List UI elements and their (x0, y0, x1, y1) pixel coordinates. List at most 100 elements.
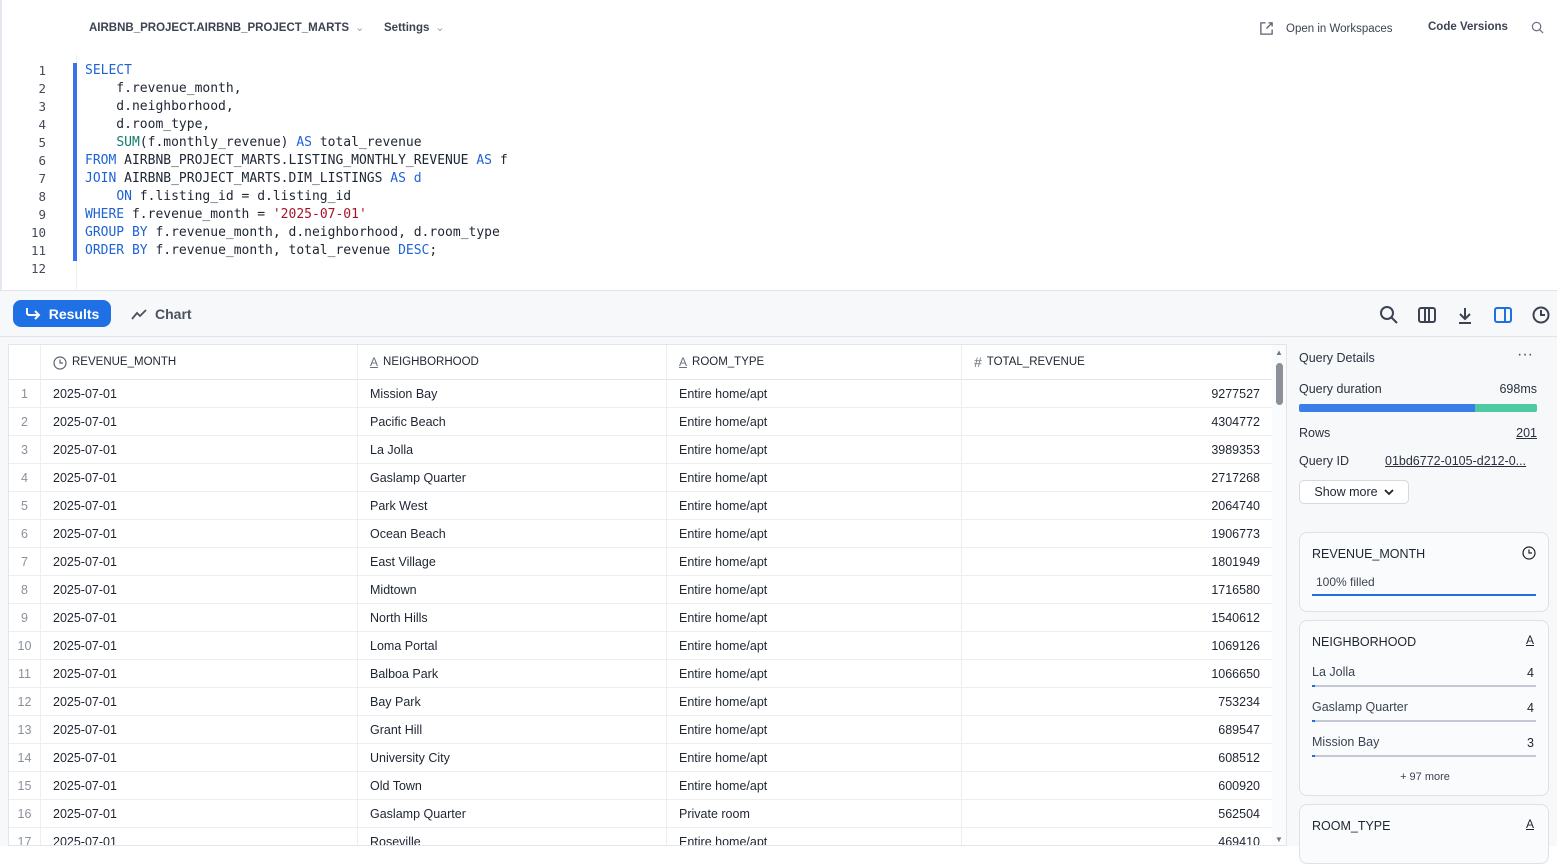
rows-link[interactable]: 201 (1516, 426, 1537, 440)
table-cell[interactable]: Private room (667, 800, 962, 828)
table-cell[interactable]: 2025-07-01 (41, 408, 358, 436)
table-cell[interactable]: 2025-07-01 (41, 436, 358, 464)
table-cell[interactable]: 2025-07-01 (41, 492, 358, 520)
scrollbar-thumb[interactable] (1276, 363, 1283, 405)
table-cell[interactable]: 2025-07-01 (41, 688, 358, 716)
table-cell[interactable]: Entire home/apt (667, 464, 962, 492)
table-row[interactable]: 2 2025-07-01 Pacific Beach Entire home/apt 4… (9, 408, 1273, 436)
search-icon[interactable] (1379, 305, 1399, 325)
table-cell[interactable]: 2717268 (962, 464, 1273, 492)
table-cell[interactable]: Entire home/apt (667, 660, 962, 688)
table-row[interactable]: 1 2025-07-01 Mission Bay Entire home/apt 927… (9, 380, 1273, 408)
table-row[interactable]: 7 2025-07-01 East Village Entire home/apt 18… (9, 548, 1273, 576)
table-cell[interactable]: Entire home/apt (667, 408, 962, 436)
code-line[interactable]: ON f.listing_id = d.listing_id (85, 189, 351, 204)
table-cell[interactable]: Balboa Park (358, 660, 667, 688)
table-cell[interactable]: 2025-07-01 (41, 632, 358, 660)
table-cell[interactable]: Gaslamp Quarter (358, 464, 667, 492)
table-row[interactable]: 8 2025-07-01 Midtown Entire home/apt 1716580 (9, 576, 1273, 604)
table-cell[interactable]: Entire home/apt (667, 548, 962, 576)
column-header[interactable]: # TOTAL_REVENUE (962, 345, 1273, 380)
code-line[interactable]: d.room_type, (85, 117, 210, 132)
search-icon[interactable] (1531, 21, 1544, 34)
table-cell[interactable]: 689547 (962, 716, 1273, 744)
table-cell[interactable]: 2025-07-01 (41, 604, 358, 632)
table-cell[interactable]: Entire home/apt (667, 772, 962, 800)
code-line[interactable]: SUM(f.monthly_revenue) AS total_revenue (85, 135, 421, 150)
table-cell[interactable]: 2025-07-01 (41, 464, 358, 492)
split-panel-icon[interactable] (1493, 305, 1513, 325)
more-values-link[interactable]: + 97 more (1300, 771, 1550, 783)
table-cell[interactable]: Entire home/apt (667, 688, 962, 716)
vertical-scrollbar[interactable]: ▲ ▼ (1272, 345, 1286, 845)
code-line[interactable]: WHERE f.revenue_month = '2025-07-01' (85, 207, 367, 222)
table-cell[interactable]: 1066650 (962, 660, 1273, 688)
table-row[interactable]: 17 2025-07-01 Roseville Entire home/apt 4694… (9, 828, 1273, 845)
context-selector[interactable]: AIRBNB_PROJECT.AIRBNB_PROJECT_MARTS ⌄ (89, 21, 364, 35)
table-row[interactable]: 13 2025-07-01 Grant Hill Entire home/apt 689… (9, 716, 1273, 744)
table-cell[interactable]: Entire home/apt (667, 744, 962, 772)
table-cell[interactable]: 4304772 (962, 408, 1273, 436)
table-cell[interactable]: 2025-07-01 (41, 800, 358, 828)
table-cell[interactable]: Bay Park (358, 688, 667, 716)
table-cell[interactable]: 753234 (962, 688, 1273, 716)
open-in-workspaces-button[interactable]: Open in Workspaces (1259, 21, 1393, 36)
table-cell[interactable]: 2025-07-01 (41, 716, 358, 744)
table-cell[interactable]: 9277527 (962, 380, 1273, 408)
table-cell[interactable]: University City (358, 744, 667, 772)
code-line[interactable]: SELECT (85, 63, 132, 78)
table-cell[interactable]: 2025-07-01 (41, 520, 358, 548)
table-cell[interactable]: 1906773 (962, 520, 1273, 548)
table-row[interactable]: 5 2025-07-01 Park West Entire home/apt 20647… (9, 492, 1273, 520)
table-cell[interactable]: 2025-07-01 (41, 576, 358, 604)
table-cell[interactable]: 1540612 (962, 604, 1273, 632)
table-cell[interactable]: Loma Portal (358, 632, 667, 660)
neighborhood-card[interactable]: NEIGHBORHOOD A La Jolla 4 Gaslamp Quarte… (1299, 620, 1549, 796)
code-line[interactable]: GROUP BY f.revenue_month, d.neighborhood… (85, 225, 500, 240)
table-cell[interactable]: East Village (358, 548, 667, 576)
table-cell[interactable]: Park West (358, 492, 667, 520)
table-row[interactable]: 6 2025-07-01 Ocean Beach Entire home/apt 190… (9, 520, 1273, 548)
table-cell[interactable]: Grant Hill (358, 716, 667, 744)
table-cell[interactable]: Entire home/apt (667, 604, 962, 632)
table-cell[interactable]: La Jolla (358, 436, 667, 464)
table-cell[interactable]: 2025-07-01 (41, 828, 358, 845)
table-row[interactable]: 14 2025-07-01 University City Entire home/a… (9, 744, 1273, 772)
code-versions-button[interactable]: Code Versions (1428, 21, 1508, 33)
show-more-button[interactable]: Show more (1299, 480, 1409, 504)
table-row[interactable]: 15 2025-07-01 Old Town Entire home/apt 60092… (9, 772, 1273, 800)
table-row[interactable]: 3 2025-07-01 La Jolla Entire home/apt 398935… (9, 436, 1273, 464)
table-cell[interactable]: Entire home/apt (667, 492, 962, 520)
table-row[interactable]: 12 2025-07-01 Bay Park Entire home/apt 75323… (9, 688, 1273, 716)
column-header[interactable]: A ROOM_TYPE (667, 345, 962, 380)
code-line[interactable]: d.neighborhood, (85, 99, 233, 114)
table-cell[interactable]: Entire home/apt (667, 828, 962, 845)
table-cell[interactable]: Roseville (358, 828, 667, 845)
table-cell[interactable]: Pacific Beach (358, 408, 667, 436)
scroll-down-icon[interactable]: ▼ (1275, 835, 1283, 844)
table-cell[interactable]: Entire home/apt (667, 576, 962, 604)
table-cell[interactable]: Entire home/apt (667, 632, 962, 660)
table-cell[interactable]: 1801949 (962, 548, 1273, 576)
history-clock-icon[interactable] (1531, 305, 1551, 325)
room-type-card[interactable]: ROOM_TYPE A (1299, 804, 1549, 864)
table-cell[interactable]: 1716580 (962, 576, 1273, 604)
table-cell[interactable]: North Hills (358, 604, 667, 632)
more-options-icon[interactable]: ··· (1517, 346, 1533, 364)
column-header[interactable]: REVENUE_MONTH (41, 345, 358, 380)
table-cell[interactable]: Entire home/apt (667, 380, 962, 408)
table-cell[interactable]: 2025-07-01 (41, 548, 358, 576)
table-cell[interactable]: 2064740 (962, 492, 1273, 520)
table-cell[interactable]: 3989353 (962, 436, 1273, 464)
table-cell[interactable]: 600920 (962, 772, 1273, 800)
query-id-link[interactable]: 01bd6772-0105-d212-0... (1385, 454, 1526, 468)
table-cell[interactable]: 2025-07-01 (41, 380, 358, 408)
table-cell[interactable]: Entire home/apt (667, 520, 962, 548)
code-line[interactable]: f.revenue_month, (85, 81, 241, 96)
column-header[interactable]: A NEIGHBORHOOD (358, 345, 667, 380)
code-line[interactable]: JOIN AIRBNB_PROJECT_MARTS.DIM_LISTINGS A… (85, 171, 422, 186)
code-line[interactable]: ORDER BY f.revenue_month, total_revenue … (85, 243, 437, 258)
table-cell[interactable]: 2025-07-01 (41, 744, 358, 772)
table-row[interactable]: 9 2025-07-01 North Hills Entire home/apt 154… (9, 604, 1273, 632)
table-cell[interactable]: 1069126 (962, 632, 1273, 660)
